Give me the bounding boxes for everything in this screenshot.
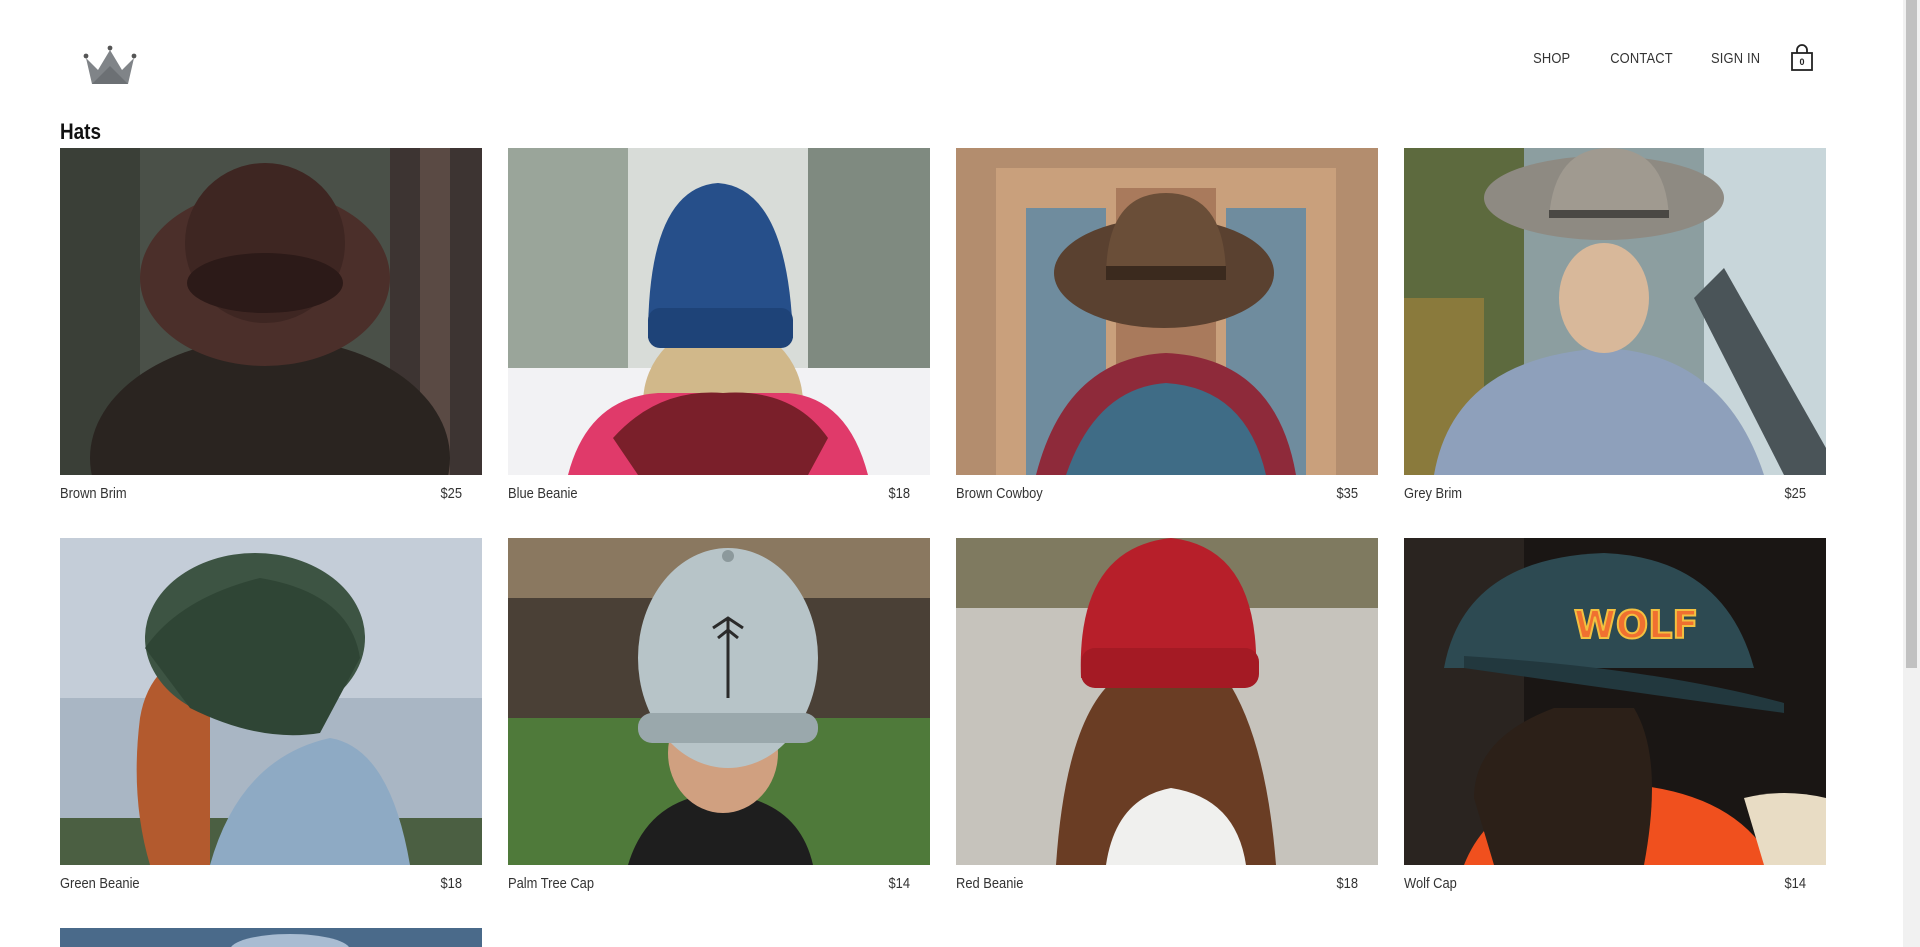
product-price: $18 [1336,875,1358,892]
main-nav: SHOP CONTACT SIGN IN 0 [1497,44,1814,72]
product-image-red-beanie[interactable] [956,538,1378,865]
product-name: Green Beanie [60,875,140,892]
product-image-palm-tree-cap[interactable] [508,538,930,865]
product-image-brown-brim[interactable] [60,148,482,475]
product-image-brown-cowboy[interactable] [956,148,1378,475]
product-card: WOLF Wolf Cap $14 [1404,538,1826,895]
svg-text:WOLF: WOLF [1574,603,1698,647]
scrollbar-thumb[interactable] [1906,0,1917,668]
product-price: $25 [440,485,462,502]
product-image-partial[interactable] [60,928,482,947]
header: SHOP CONTACT SIGN IN 0 [0,0,1900,120]
product-card: Blue Beanie $18 [508,148,930,505]
product-name: Blue Beanie [508,485,578,502]
product-price: $18 [888,485,910,502]
product-name: Grey Brim [1404,485,1463,502]
nav-sign-in[interactable]: SIGN IN [1711,50,1760,67]
product-card: Palm Tree Cap $14 [508,538,930,895]
product-card: Grey Brim $25 [1404,148,1826,505]
product-name: Brown Brim [60,485,127,502]
crown-icon [83,45,137,84]
product-price: $35 [1336,485,1358,502]
product-name: Palm Tree Cap [508,875,595,892]
product-price: $14 [888,875,910,892]
product-image-green-beanie[interactable] [60,538,482,865]
product-card: Red Beanie $18 [956,538,1378,895]
collection-title[interactable]: Hats [60,119,101,145]
product-name: Wolf Cap [1404,875,1457,892]
logo-link[interactable] [82,44,138,86]
product-price: $18 [440,875,462,892]
product-card: Brown Brim $25 [60,148,482,505]
product-image-grey-brim[interactable] [1404,148,1826,475]
product-name: Brown Cowboy [956,485,1043,502]
product-card: Brown Cowboy $35 [956,148,1378,505]
product-image-blue-beanie[interactable] [508,148,930,475]
nav-contact[interactable]: CONTACT [1610,50,1673,67]
product-price: $25 [1784,485,1806,502]
page: SHOP CONTACT SIGN IN 0 Hats Brown Brim $… [0,0,1920,947]
scrollbar[interactable] [1903,0,1920,947]
product-name: Red Beanie [956,875,1024,892]
nav-shop[interactable]: SHOP [1533,50,1570,67]
cart-count: 0 [1799,57,1805,67]
product-card: Green Beanie $18 [60,538,482,895]
product-price: $14 [1784,875,1806,892]
product-image-wolf-cap[interactable]: WOLF [1404,538,1826,865]
product-card [60,928,482,947]
cart-button[interactable]: 0 [1790,44,1814,72]
